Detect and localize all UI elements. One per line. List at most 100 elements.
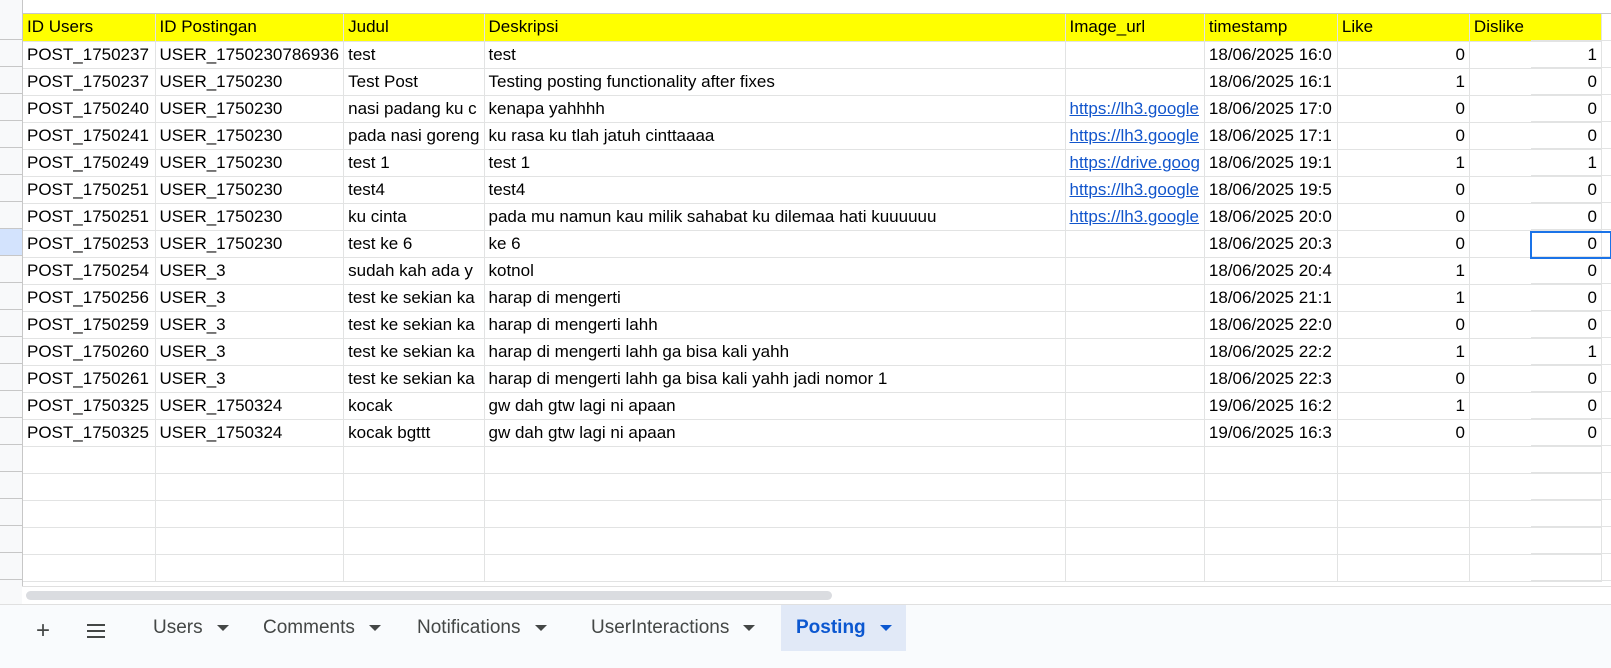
sheet-tab-comments[interactable]: Comments — [238, 605, 392, 651]
table-cell[interactable]: 18/06/2025 19:1 — [1204, 149, 1338, 177]
table-cell[interactable]: https://lh3.google — [1065, 176, 1205, 204]
row-header[interactable] — [0, 202, 22, 229]
table-cell[interactable]: 1 — [1337, 149, 1470, 177]
empty-cell[interactable] — [1337, 500, 1470, 528]
column-header-cell[interactable]: ID Postingan — [155, 14, 345, 42]
table-cell[interactable]: Testing posting functionality after fixe… — [484, 68, 1066, 96]
table-cell[interactable]: USER_1750324 — [155, 419, 345, 447]
empty-cell[interactable] — [484, 473, 1066, 501]
empty-cell[interactable] — [484, 500, 1066, 528]
table-cell[interactable]: ke 6 — [484, 230, 1066, 258]
row-header[interactable] — [0, 499, 22, 526]
caret-down-icon[interactable] — [534, 625, 547, 631]
all-sheets-button[interactable] — [78, 613, 114, 649]
table-cell[interactable] — [1065, 365, 1205, 393]
empty-cell[interactable] — [1204, 527, 1338, 555]
row-header[interactable] — [0, 391, 22, 418]
empty-cell[interactable] — [343, 446, 485, 474]
table-cell[interactable]: POST_1750249 — [23, 149, 156, 177]
table-cell[interactable]: 0 — [1337, 122, 1470, 150]
table-cell[interactable]: https://lh3.google — [1065, 95, 1205, 123]
row-header[interactable] — [0, 229, 22, 256]
table-cell[interactable]: 18/06/2025 22:0 — [1204, 311, 1338, 339]
empty-cell[interactable] — [1531, 14, 1611, 41]
horizontal-scrollbar[interactable] — [22, 586, 1611, 604]
column-header-cell[interactable]: ID Users — [23, 14, 156, 42]
table-cell[interactable]: POST_1750251 — [23, 176, 156, 204]
empty-cell[interactable] — [1531, 95, 1611, 122]
empty-cell[interactable] — [23, 500, 156, 528]
table-cell[interactable]: gw dah gtw lagi ni apaan — [484, 419, 1066, 447]
column-header-cell[interactable]: Deskripsi — [484, 14, 1066, 42]
row-header[interactable] — [0, 283, 22, 310]
empty-cell[interactable] — [484, 527, 1066, 555]
table-cell[interactable]: USER_1750324 — [155, 392, 345, 420]
sheet-tab-userinteractions[interactable]: UserInteractions — [566, 605, 781, 651]
selected-cell[interactable] — [1530, 231, 1611, 259]
empty-cell[interactable] — [1531, 500, 1611, 527]
empty-cell[interactable] — [23, 527, 156, 555]
table-cell[interactable]: POST_1750261 — [23, 365, 156, 393]
row-header[interactable] — [0, 472, 22, 499]
table-cell[interactable] — [1065, 230, 1205, 258]
row-header[interactable] — [0, 337, 22, 364]
table-cell[interactable]: kenapa yahhhh — [484, 95, 1066, 123]
table-cell[interactable]: test 1 — [343, 149, 485, 177]
table-cell[interactable]: gw dah gtw lagi ni apaan — [484, 392, 1066, 420]
table-cell[interactable]: harap di mengerti lahh ga bisa kali yahh… — [484, 365, 1066, 393]
table-cell[interactable]: USER_1750230 — [155, 230, 345, 258]
table-cell[interactable]: test 1 — [484, 149, 1066, 177]
table-cell[interactable]: sudah kah ada y — [343, 257, 485, 285]
empty-cell[interactable] — [1531, 338, 1611, 365]
row-header[interactable] — [0, 256, 22, 283]
row-header[interactable] — [0, 364, 22, 391]
table-cell[interactable]: 19/06/2025 16:2 — [1204, 392, 1338, 420]
row-header[interactable] — [0, 67, 22, 94]
table-cell[interactable]: USER_3 — [155, 284, 345, 312]
column-header-cell[interactable]: timestamp — [1204, 14, 1338, 42]
empty-cell[interactable] — [23, 446, 156, 474]
row-header[interactable] — [0, 13, 22, 40]
table-cell[interactable]: 18/06/2025 17:0 — [1204, 95, 1338, 123]
table-cell[interactable]: 1 — [1337, 257, 1470, 285]
table-cell[interactable]: 18/06/2025 17:1 — [1204, 122, 1338, 150]
table-cell[interactable]: 18/06/2025 16:1 — [1204, 68, 1338, 96]
empty-cell[interactable] — [1531, 392, 1611, 419]
empty-cell[interactable] — [155, 473, 345, 501]
caret-down-icon[interactable] — [879, 625, 892, 631]
empty-cell[interactable] — [1065, 446, 1205, 474]
table-cell[interactable]: test — [484, 41, 1066, 69]
table-cell[interactable]: ku cinta — [343, 203, 485, 231]
table-cell[interactable]: 1 — [1337, 392, 1470, 420]
table-cell[interactable]: kotnol — [484, 257, 1066, 285]
table-cell[interactable]: 0 — [1337, 176, 1470, 204]
table-cell[interactable]: 1 — [1337, 284, 1470, 312]
add-sheet-button[interactable]: + — [25, 613, 61, 649]
table-cell[interactable]: nasi padang ku c — [343, 95, 485, 123]
table-cell[interactable]: harap di mengerti lahh ga bisa kali yahh — [484, 338, 1066, 366]
table-cell[interactable]: USER_3 — [155, 338, 345, 366]
empty-cell[interactable] — [155, 527, 345, 555]
table-cell[interactable]: 1 — [1337, 338, 1470, 366]
table-cell[interactable]: 0 — [1337, 203, 1470, 231]
table-cell[interactable]: test4 — [343, 176, 485, 204]
table-cell[interactable]: USER_3 — [155, 257, 345, 285]
table-cell[interactable] — [1065, 284, 1205, 312]
empty-cell[interactable] — [1065, 500, 1205, 528]
table-cell[interactable]: 0 — [1337, 419, 1470, 447]
table-cell[interactable] — [1065, 338, 1205, 366]
empty-cell[interactable] — [484, 446, 1066, 474]
empty-cell[interactable] — [1531, 176, 1611, 203]
table-cell[interactable]: 18/06/2025 19:5 — [1204, 176, 1338, 204]
table-cell[interactable]: test ke sekian ka — [343, 338, 485, 366]
empty-cell[interactable] — [1337, 554, 1470, 582]
table-cell[interactable]: Test Post — [343, 68, 485, 96]
table-cell[interactable]: USER_1750230 — [155, 149, 345, 177]
empty-cell[interactable] — [1204, 473, 1338, 501]
empty-cell[interactable] — [343, 554, 485, 582]
table-cell[interactable]: https://lh3.google — [1065, 122, 1205, 150]
sheet-tab-posting[interactable]: Posting — [781, 605, 906, 651]
table-cell[interactable]: POST_1750241 — [23, 122, 156, 150]
table-cell[interactable]: USER_1750230 — [155, 203, 345, 231]
table-cell[interactable]: harap di mengerti lahh — [484, 311, 1066, 339]
